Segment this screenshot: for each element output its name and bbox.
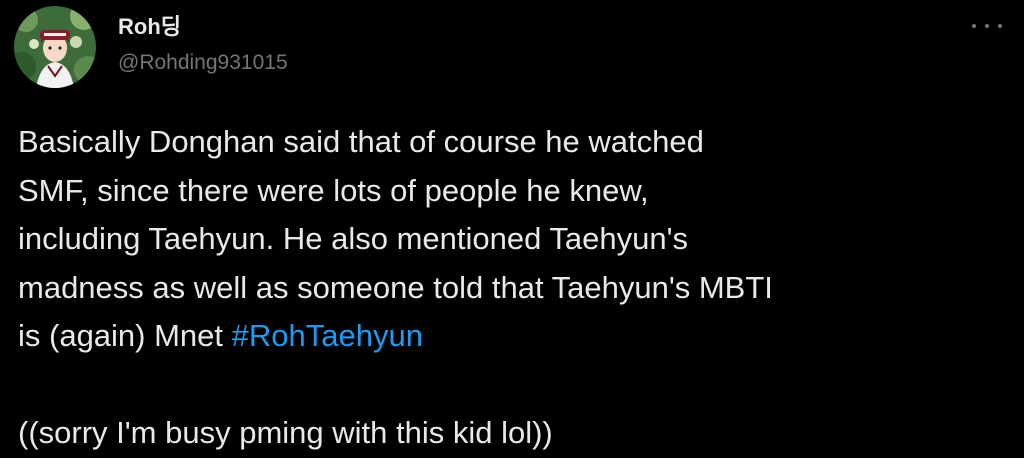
- tweet-text-line-with-hashtag: is (again) Mnet #RohTaehyun: [18, 312, 1008, 361]
- tweet-text-line: SMF, since there were lots of people he …: [18, 172, 649, 208]
- user-handle[interactable]: @Rohding931015: [118, 50, 288, 76]
- dot-icon: [985, 24, 989, 28]
- tweet-text-line: including Taehyun. He also mentioned Tae…: [18, 221, 689, 256]
- tweet-text: Basically Donghan said that of course he…: [18, 118, 1008, 458]
- tweet-text-line: Basically Donghan said that of course he…: [18, 124, 704, 159]
- profile-avatar-image: [14, 6, 96, 88]
- user-avatar[interactable]: [14, 6, 96, 88]
- tweet-text-segment: is (again) Mnet: [18, 318, 232, 353]
- more-options-icon[interactable]: [972, 14, 1002, 38]
- hashtag-link[interactable]: #RohTaehyun: [232, 318, 423, 353]
- tweet-closing-line: ((sorry I'm busy pming with this kid lol…: [18, 415, 553, 450]
- dot-icon: [972, 24, 976, 28]
- user-display-name[interactable]: Roh딩: [118, 14, 181, 40]
- tweet-text-line: madness as well as someone told that Tae…: [18, 269, 773, 305]
- tweet-card: Roh딩 @Rohding931015 Basically Donghan sa…: [0, 0, 1024, 458]
- dot-icon: [998, 24, 1002, 28]
